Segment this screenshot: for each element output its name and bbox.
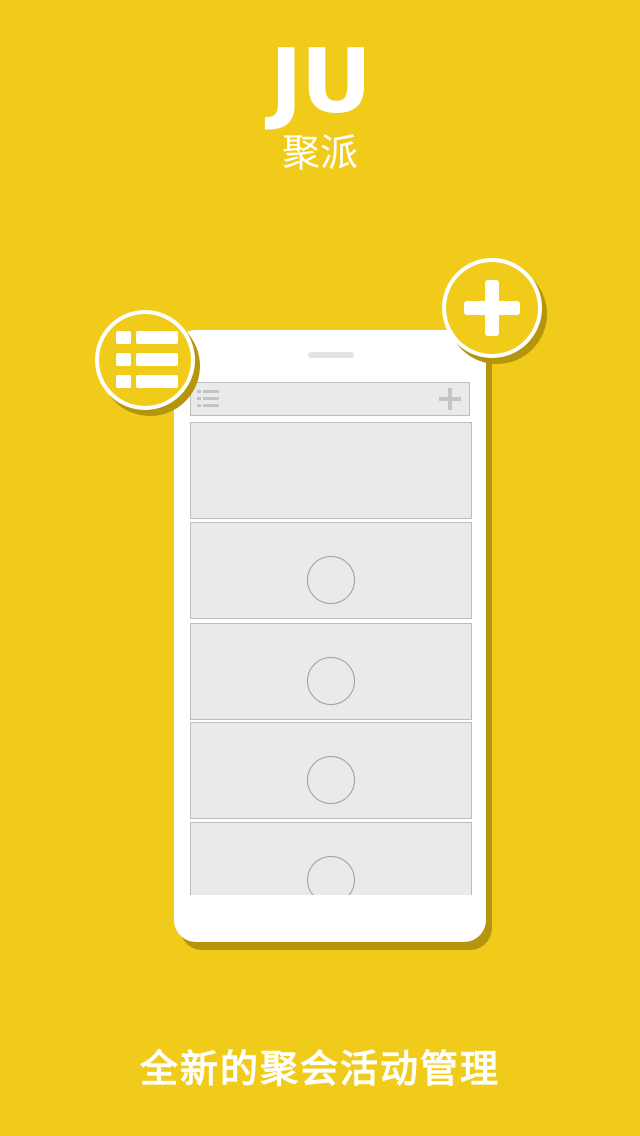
mini-plus-icon: [439, 388, 461, 410]
phone-speaker: [308, 352, 354, 358]
add-button[interactable]: [442, 258, 542, 358]
tagline: 全新的聚会活动管理: [139, 1047, 500, 1091]
avatar-placeholder: [307, 856, 355, 895]
phone-mockup: [174, 330, 486, 942]
mock-top-bar: [190, 382, 470, 416]
list-button[interactable]: [95, 310, 195, 410]
logo-name-cn: 聚派: [281, 131, 358, 175]
mini-list-icon: [197, 390, 219, 407]
mock-card: [190, 623, 472, 720]
mock-card: [190, 822, 472, 895]
avatar-placeholder: [307, 657, 355, 705]
mock-card-header: [190, 422, 472, 519]
logo-ju: JU: [269, 30, 372, 133]
mock-card: [190, 722, 472, 819]
list-icon: [116, 331, 178, 388]
plus-icon: [464, 280, 520, 336]
phone-screen: [188, 382, 474, 895]
avatar-placeholder: [307, 756, 355, 804]
avatar-placeholder: [307, 556, 355, 604]
mock-card: [190, 522, 472, 619]
